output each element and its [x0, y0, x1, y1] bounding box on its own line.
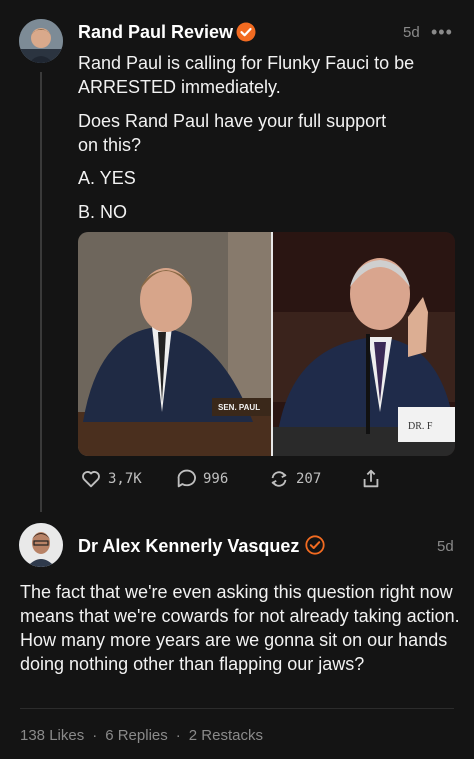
restack-icon [271, 471, 287, 487]
restack-button[interactable]: 207 [268, 466, 321, 492]
poll-option-b: B. NO [78, 202, 128, 222]
heart-icon [82, 471, 100, 488]
verified-badge-icon [305, 535, 325, 555]
comment-count: 996 [203, 471, 229, 487]
reply-time: 5d [437, 538, 454, 555]
image-divider [271, 232, 273, 456]
separator-dot: · [175, 727, 181, 744]
replies-count-link[interactable]: 6 Replies [105, 727, 168, 744]
restacks-count-link[interactable]: 2 Restacks [189, 727, 263, 744]
restack-count: 207 [296, 471, 322, 487]
author-name[interactable]: Rand Paul Review [78, 22, 233, 43]
comment-button[interactable]: 996 [175, 466, 228, 492]
like-button[interactable]: 3,7K [80, 466, 142, 492]
likes-count-link[interactable]: 138 Likes [20, 727, 84, 744]
reply-author-avatar[interactable] [19, 523, 63, 567]
share-button[interactable] [360, 466, 382, 492]
post-time: 5d [403, 24, 420, 41]
comment-icon [177, 469, 196, 488]
author-avatar[interactable] [19, 19, 63, 63]
divider [20, 708, 454, 709]
poll-option-a: A. YES [78, 168, 136, 188]
nameplate-right: DR. F [408, 421, 433, 432]
share-icon [363, 469, 379, 488]
post-paragraph: Rand Paul is calling for Flunky Fauci to… [78, 53, 415, 97]
nameplate-left: SEN. PAUL [218, 403, 260, 412]
like-count: 3,7K [108, 471, 142, 487]
more-icon[interactable]: ••• [431, 23, 453, 41]
reply-text: The fact that we're even asking this que… [20, 582, 460, 674]
original-post: Rand Paul Review 5d ••• Rand Paul is cal… [0, 0, 474, 520]
separator-dot: · [92, 727, 98, 744]
reply-stats: 138 Likes · 6 Replies · 2 Restacks [20, 727, 263, 744]
split-photo: SEN. PAUL DR. F [78, 232, 455, 456]
post-image[interactable]: SEN. PAUL DR. F [78, 232, 455, 456]
verified-badge-icon [236, 22, 256, 42]
post-paragraph: Does Rand Paul have your full support on… [78, 111, 387, 155]
reply-author-name[interactable]: Dr Alex Kennerly Vasquez [78, 536, 299, 557]
